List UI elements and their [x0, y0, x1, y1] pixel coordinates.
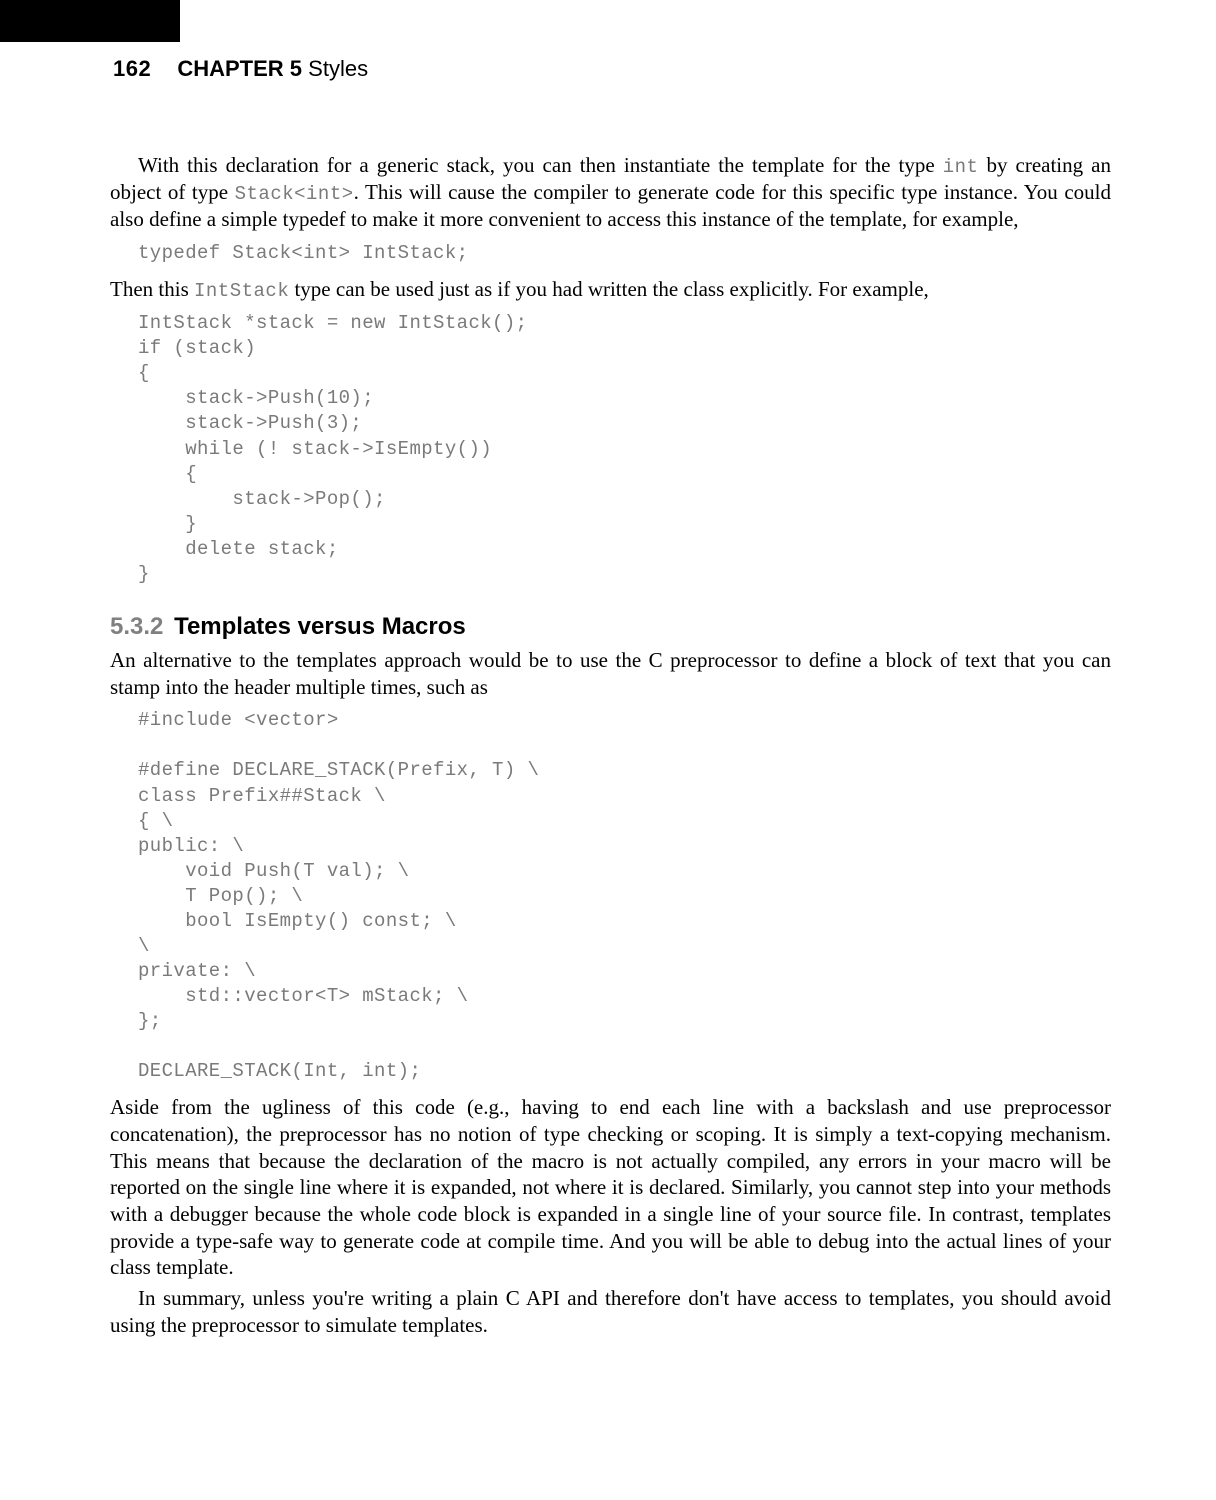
code-block-macro: #include <vector> #define DECLARE_STACK(… [138, 708, 1111, 1084]
page-number: 162 [113, 56, 151, 81]
header-tab [0, 0, 180, 42]
section-number: 5.3.2 [110, 613, 163, 640]
running-head: 162 CHAPTER 5 Styles [110, 56, 1111, 82]
page: 162 CHAPTER 5 Styles With this declarati… [0, 0, 1216, 1500]
code-block-typedef: typedef Stack<int> IntStack; [138, 241, 1111, 266]
paragraph-5: In summary, unless you're writing a plai… [110, 1285, 1111, 1338]
code-block-intstack: IntStack *stack = new IntStack(); if (st… [138, 311, 1111, 587]
chapter-title: Styles [308, 56, 368, 81]
code-inline-intstack: IntStack [194, 280, 289, 302]
text: Then this [110, 277, 194, 301]
paragraph-3: An alternative to the templates approach… [110, 647, 1111, 700]
text: With this declaration for a generic stac… [138, 153, 943, 177]
code-inline-stackint: Stack<int> [235, 183, 354, 205]
code-inline-int: int [943, 156, 979, 178]
paragraph-1: With this declaration for a generic stac… [110, 152, 1111, 233]
paragraph-2: Then this IntStack type can be used just… [110, 276, 1111, 303]
chapter-label: CHAPTER 5 [177, 56, 302, 81]
text: type can be used just as if you had writ… [289, 277, 929, 301]
section-title: Templates versus Macros [174, 613, 466, 640]
paragraph-4: Aside from the ugliness of this code (e.… [110, 1094, 1111, 1281]
section-heading: 5.3.2 Templates versus Macros [110, 613, 1111, 641]
